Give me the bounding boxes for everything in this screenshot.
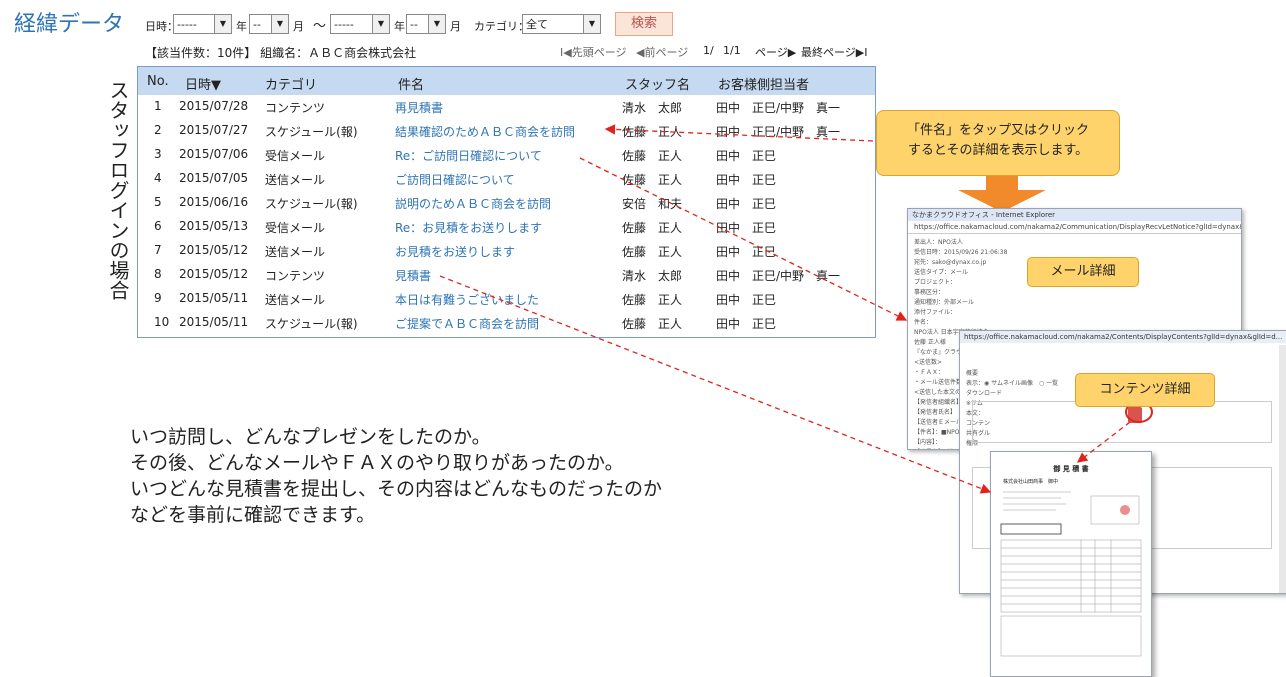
description-line: などを事前に確認できます。 bbox=[130, 504, 376, 526]
pointer-arrows bbox=[439, 124, 1131, 494]
description-line: いつ訪問し、どんなプレゼンをしたのか。 bbox=[130, 426, 491, 448]
description-line: いつどんな見積書を提出し、その内容はどんなものだったのか bbox=[130, 478, 663, 500]
description-text: いつ訪問し、どんなプレゼンをしたのか。 その後、どんなメールやＦＡＸのやり取りが… bbox=[130, 424, 662, 528]
description-line: その後、どんなメールやＦＡＸのやり取りがあったのか。 bbox=[130, 452, 624, 474]
